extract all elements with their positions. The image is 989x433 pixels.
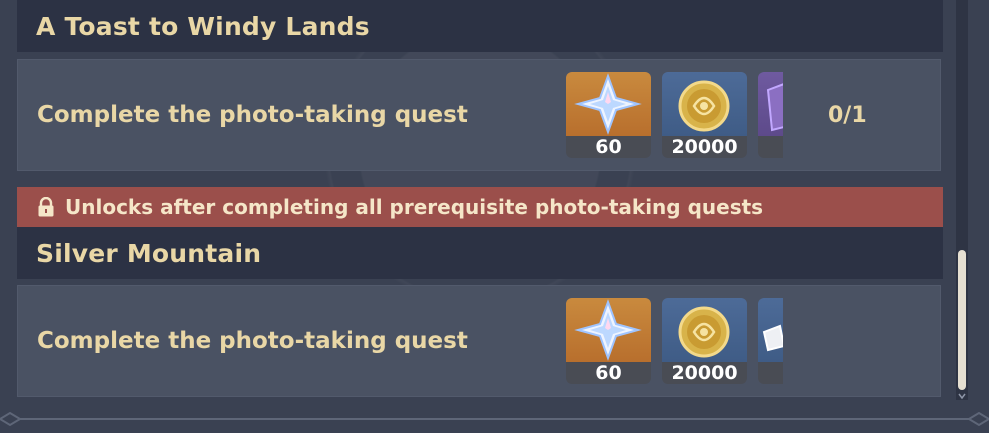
reward-mora[interactable]: 20000 — [662, 298, 747, 384]
bottom-divider — [0, 412, 989, 427]
locked-banner: Unlocks after completing all prerequisit… — [17, 187, 943, 227]
mora-coin-icon — [662, 298, 747, 362]
quest-label: Complete the photo-taking quest — [37, 102, 468, 128]
reward-list: 60 20000 — [566, 72, 783, 158]
mora-coin-icon — [662, 72, 747, 136]
section-header-silver-mountain: Silver Mountain — [17, 227, 943, 279]
lock-icon — [38, 197, 54, 217]
reward-count: 20000 — [662, 362, 747, 384]
reward-primogem[interactable]: 60 — [566, 298, 651, 384]
reward-primogem[interactable]: 60 — [566, 72, 651, 158]
scrollbar-thumb[interactable] — [958, 250, 966, 390]
quest-row[interactable]: Complete the photo-taking quest 60 20000 — [17, 59, 941, 171]
reward-count: 60 — [566, 136, 651, 158]
section-header-windy-lands: A Toast to Windy Lands — [17, 0, 943, 52]
primogem-icon — [566, 72, 651, 136]
reward-purple-item[interactable] — [758, 72, 783, 158]
chevron-down-icon — [958, 393, 966, 400]
section-title: Silver Mountain — [36, 238, 262, 268]
reward-white-item[interactable] — [758, 298, 783, 384]
quest-row[interactable]: Complete the photo-taking quest 60 20000 — [17, 285, 941, 397]
quest-label: Complete the photo-taking quest — [37, 328, 468, 354]
locked-message: Unlocks after completing all prerequisit… — [65, 195, 764, 219]
section-title: A Toast to Windy Lands — [36, 11, 370, 41]
reward-count — [758, 362, 783, 384]
reward-mora[interactable]: 20000 — [662, 72, 747, 158]
reward-count: 60 — [566, 362, 651, 384]
reward-count — [758, 136, 783, 158]
quest-progress: 0/1 — [828, 102, 867, 128]
reward-list: 60 20000 — [566, 298, 783, 384]
primogem-icon — [566, 298, 651, 362]
white-item-icon — [758, 298, 783, 362]
purple-book-icon — [758, 72, 783, 136]
reward-count: 20000 — [662, 136, 747, 158]
